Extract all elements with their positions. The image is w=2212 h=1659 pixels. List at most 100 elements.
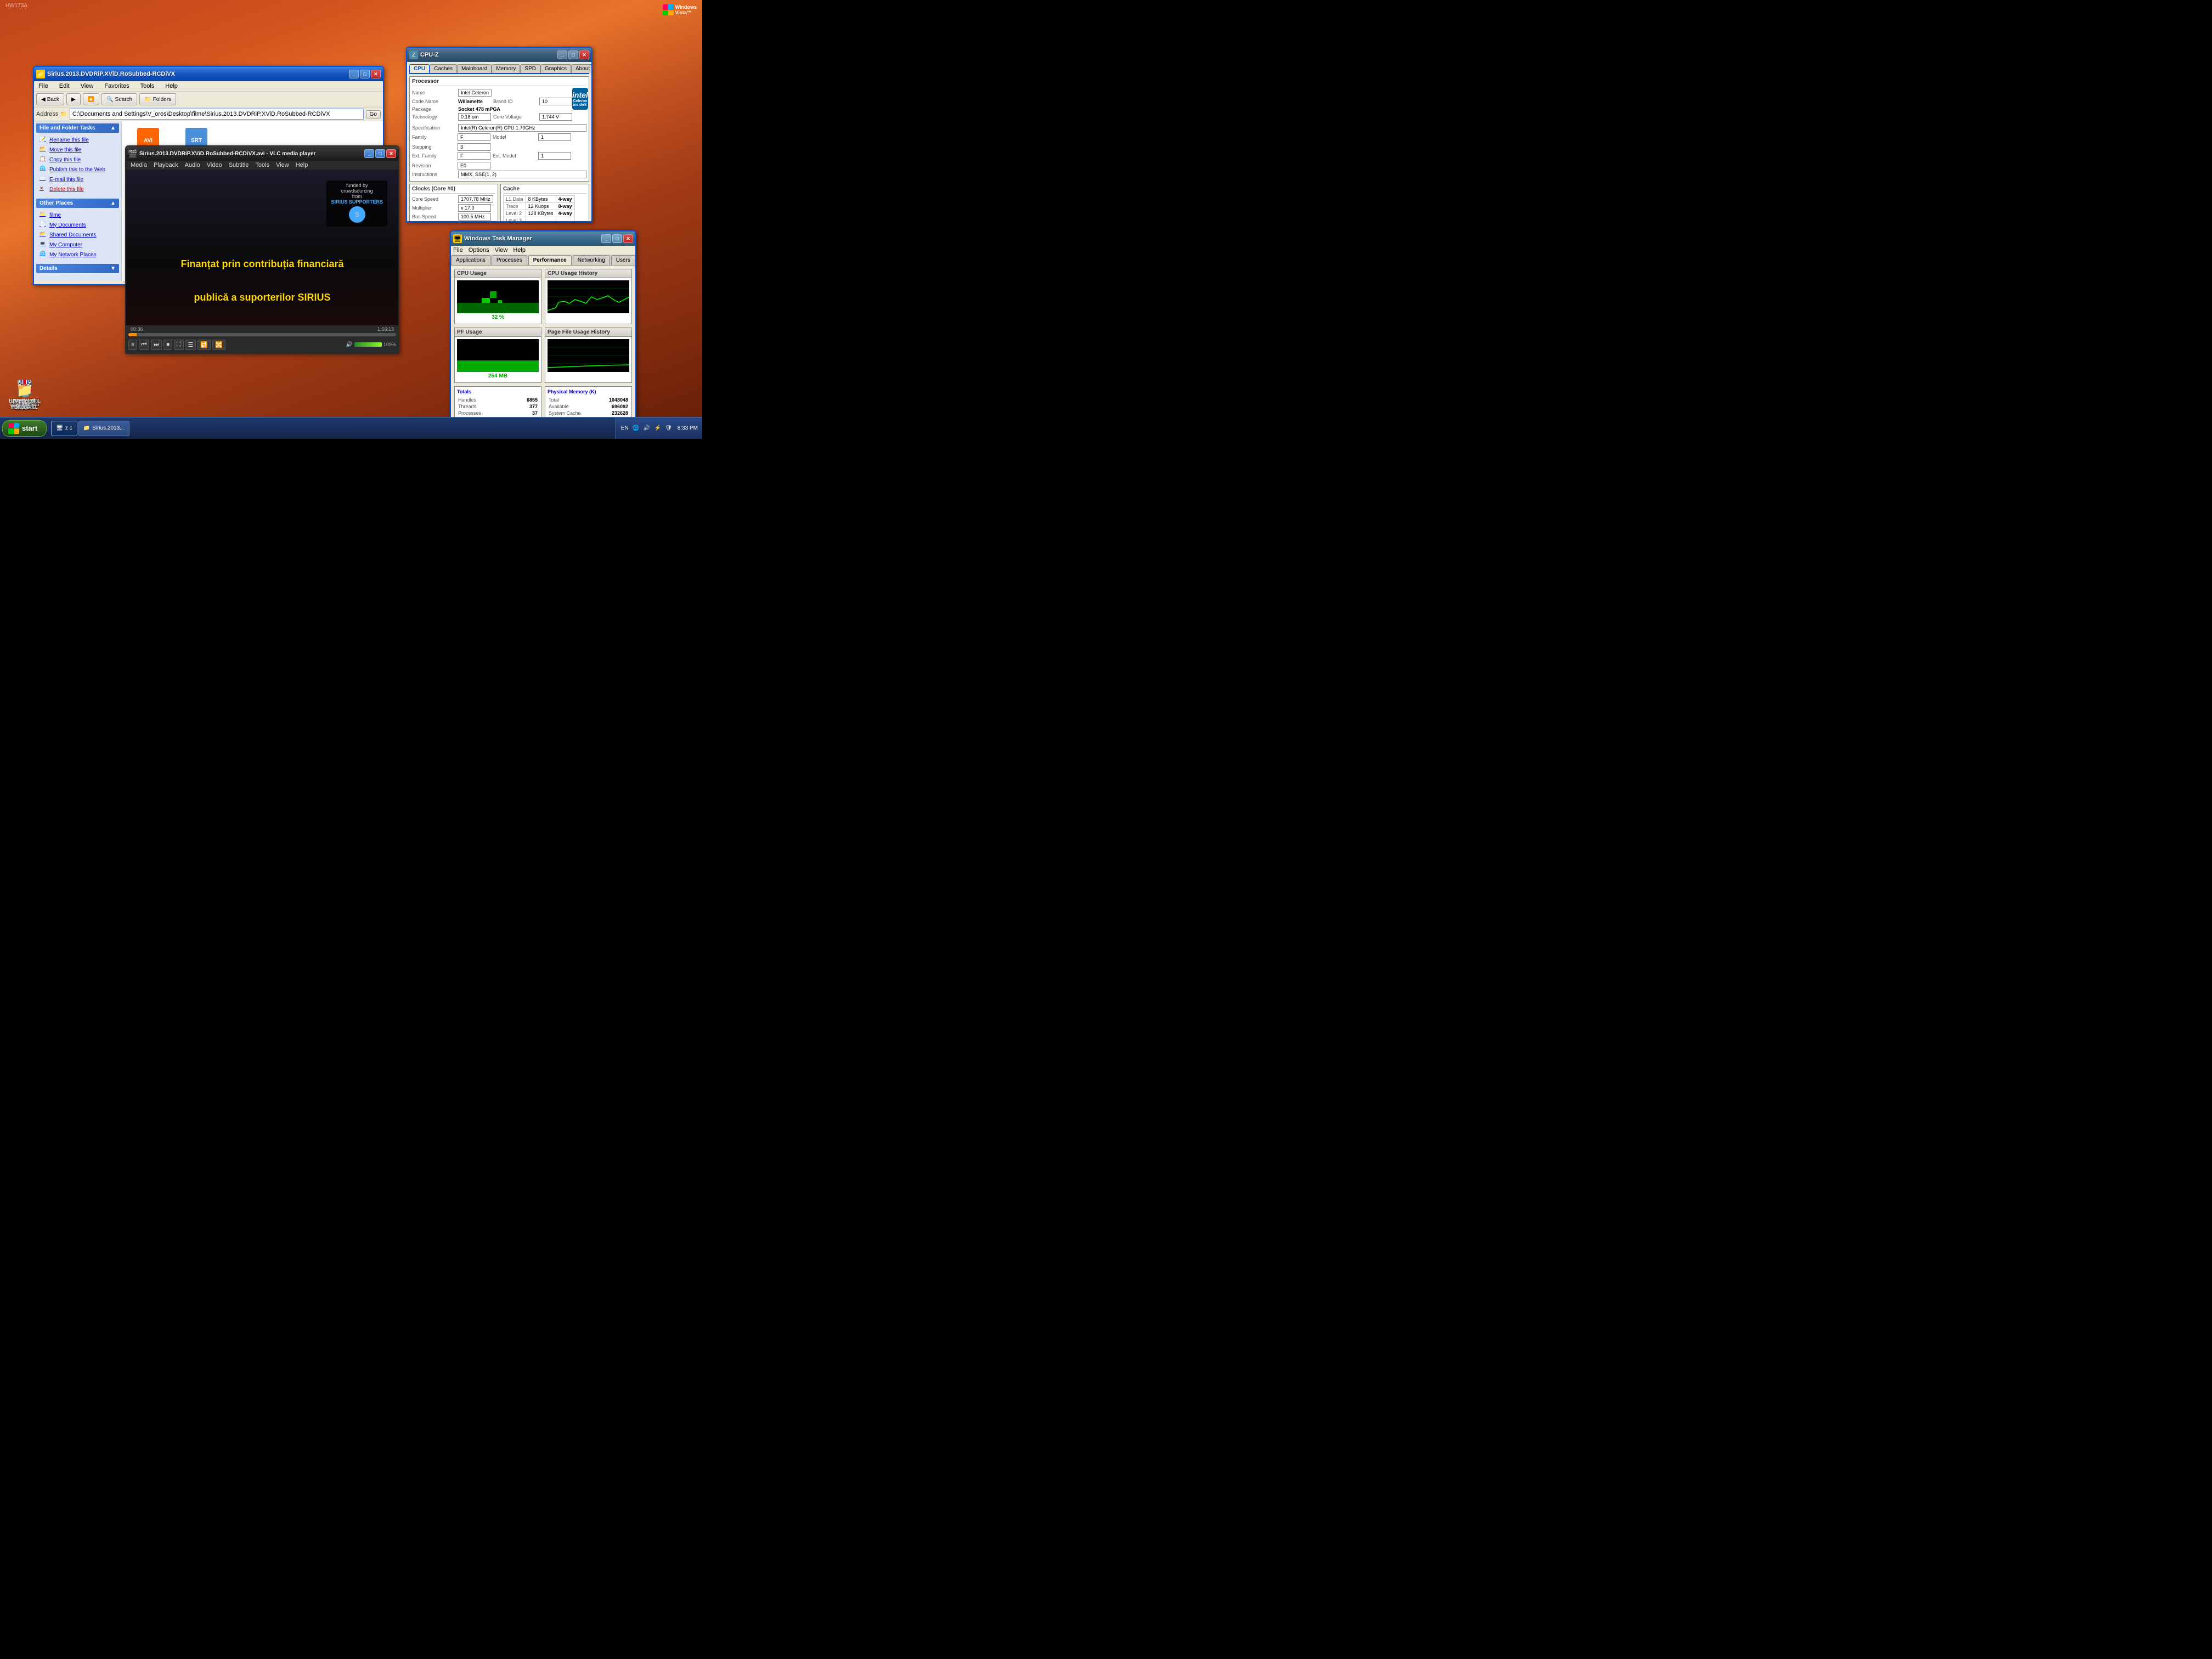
vlc-menu-media[interactable]: Media	[131, 162, 147, 168]
tm-minimize[interactable]: _	[601, 234, 611, 243]
vlc-menu-audio[interactable]: Audio	[185, 162, 200, 168]
cpuz-title: CPU-Z	[420, 52, 555, 58]
vlc-volume-control: 🔊 109%	[346, 342, 396, 348]
vlc-progress-bar[interactable]	[128, 333, 396, 336]
file-explorer-controls[interactable]: _ □ ✕	[349, 70, 381, 78]
icon-filme[interactable]: 📁 filme	[5, 379, 44, 410]
menu-file[interactable]: File	[36, 82, 50, 90]
tab-graphics[interactable]: Graphics	[540, 64, 571, 73]
taskbar-item-label-0: z c	[65, 425, 72, 431]
cpuz-icon: Z	[409, 50, 418, 59]
other-places-header[interactable]: Other Places ▲	[36, 199, 119, 208]
cpuz-controls[interactable]: _ □ ✕	[557, 50, 589, 59]
tm-tab-networking[interactable]: Networking	[573, 255, 610, 265]
vlc-minimize[interactable]: _	[364, 149, 374, 158]
spec-value: Intel(R) Celeron(R) CPU 1.70GHz	[458, 124, 586, 132]
sidebar-copy[interactable]: 📋 Copy this file	[40, 155, 116, 165]
search-button[interactable]: 🔍 Search	[101, 93, 137, 105]
details-header[interactable]: Details ▼	[36, 264, 119, 273]
sidebar-my-computer[interactable]: 💻 My Computer	[40, 240, 116, 250]
vlc-volume-bar[interactable]	[354, 342, 382, 347]
sidebar-my-network[interactable]: 🌐 My Network Places	[40, 250, 116, 259]
tab-memory[interactable]: Memory	[492, 64, 520, 73]
task-manager-controls[interactable]: _ □ ✕	[601, 234, 633, 243]
menu-tools[interactable]: Tools	[138, 82, 157, 90]
tm-tab-performance[interactable]: Performance	[528, 255, 572, 265]
phys-total-row: Total 1048048	[549, 397, 628, 403]
sidebar-publish[interactable]: 🌐 Publish this to the Web	[40, 165, 116, 174]
phys-avail-value: 696092	[599, 404, 628, 409]
sidebar-delete[interactable]: ✕ Delete this file	[40, 184, 116, 194]
forward-button[interactable]: ▶	[66, 93, 81, 105]
clocks-section: Clocks (Core #0) Core Speed 1707.78 MHz …	[409, 184, 498, 221]
vlc-close[interactable]: ✕	[386, 149, 396, 158]
start-button[interactable]: start	[2, 420, 47, 437]
sidebar-move[interactable]: 📂 Move this file	[40, 145, 116, 155]
cpu-usage-percent: 32 %	[457, 313, 539, 321]
vlc-stop[interactable]: ⏹	[163, 340, 172, 350]
vlc-playlist[interactable]: ☰	[185, 340, 196, 350]
sidebar-rename[interactable]: 📝 Rename this file	[40, 135, 116, 145]
vlc-loop[interactable]: 🔁	[198, 340, 211, 350]
vlc-menu-subtitle[interactable]: Subtitle	[229, 162, 249, 168]
tm-menu-help[interactable]: Help	[513, 247, 526, 253]
tm-close[interactable]: ✕	[623, 234, 633, 243]
vista-logo: WindowsVista™	[663, 4, 697, 15]
menu-favorites[interactable]: Favorites	[102, 82, 131, 90]
vlc-maximize[interactable]: □	[375, 149, 385, 158]
tm-menu-options[interactable]: Options	[469, 247, 489, 253]
vlc-menu-playback[interactable]: Playback	[154, 162, 178, 168]
vlc-next[interactable]: ⏭	[151, 340, 162, 350]
tm-tab-applications[interactable]: Applications	[451, 255, 490, 265]
start-label: start	[22, 424, 37, 432]
ext-model-value: 1	[538, 152, 571, 160]
vlc-menu-help[interactable]: Help	[296, 162, 308, 168]
pf-history-section: Page File Usage History	[545, 328, 632, 383]
tm-menu-file[interactable]: File	[453, 247, 463, 253]
vlc-shuffle[interactable]: 🔀	[212, 340, 225, 350]
vlc-fullscreen[interactable]: ⛶	[174, 340, 184, 350]
tab-about[interactable]: About	[571, 64, 591, 73]
menu-view[interactable]: View	[78, 82, 96, 90]
tm-menu-view[interactable]: View	[495, 247, 508, 253]
cpuz-minimize[interactable]: _	[557, 50, 567, 59]
minimize-button[interactable]: _	[349, 70, 359, 78]
menu-edit[interactable]: Edit	[57, 82, 72, 90]
maximize-button[interactable]: □	[360, 70, 370, 78]
vlc-play-pause[interactable]: ⏸	[128, 340, 137, 350]
cpuz-close[interactable]: ✕	[579, 50, 589, 59]
tab-caches[interactable]: Caches	[430, 64, 457, 73]
tm-maximize[interactable]: □	[612, 234, 622, 243]
sidebar-email[interactable]: ✉️ E-mail this file	[40, 174, 116, 184]
tab-spd[interactable]: SPD	[520, 64, 540, 73]
back-button[interactable]: ◀ Back	[36, 93, 64, 105]
close-button[interactable]: ✕	[371, 70, 381, 78]
sidebar-my-documents[interactable]: 📄 My Documents	[40, 220, 116, 230]
tab-cpu[interactable]: CPU	[409, 64, 430, 73]
address-input[interactable]	[70, 109, 364, 120]
file-tasks-content: 📝 Rename this file 📂 Move this file 📋 Co…	[36, 133, 119, 196]
up-button[interactable]: 🔼	[83, 93, 99, 105]
folders-button[interactable]: 📁 Folders	[139, 93, 176, 105]
tm-tab-processes[interactable]: Processes	[492, 255, 527, 265]
file-explorer-title: Sirius.2013.DVDRiP.XViD.RoSubbed-RCDiVX	[47, 71, 347, 77]
taskbar-item-0[interactable]: 🖥 z c	[51, 421, 77, 436]
l1d-label: L1 Data	[504, 196, 526, 203]
go-button[interactable]: Go	[366, 110, 381, 119]
vlc-titlebar: 🎬 Sirius.2013.DVDRiP.XViD.RoSubbed-RCDiV…	[126, 146, 398, 161]
vlc-menu-tools[interactable]: Tools	[255, 162, 269, 168]
tab-mainboard[interactable]: Mainboard	[457, 64, 492, 73]
vlc-video-area: Finanțat prin contribuția financiară pub…	[126, 170, 398, 325]
cpuz-maximize[interactable]: □	[568, 50, 578, 59]
sidebar-shared-documents[interactable]: 📂 Shared Documents	[40, 230, 116, 240]
menu-help[interactable]: Help	[163, 82, 180, 90]
vlc-menu-video[interactable]: Video	[207, 162, 222, 168]
vlc-menu-view[interactable]: View	[276, 162, 289, 168]
vlc-controls[interactable]: _ □ ✕	[364, 149, 396, 158]
taskbar-item-1[interactable]: 📁 Sirius.2013...	[78, 421, 129, 436]
tm-tab-users[interactable]: Users	[611, 255, 635, 265]
task-manager-icon: 🖥	[453, 234, 462, 243]
vlc-prev[interactable]: ⏮	[139, 340, 150, 350]
sidebar-filme[interactable]: 📁 filme	[40, 210, 116, 220]
file-tasks-header[interactable]: File and Folder Tasks ▲	[36, 123, 119, 133]
